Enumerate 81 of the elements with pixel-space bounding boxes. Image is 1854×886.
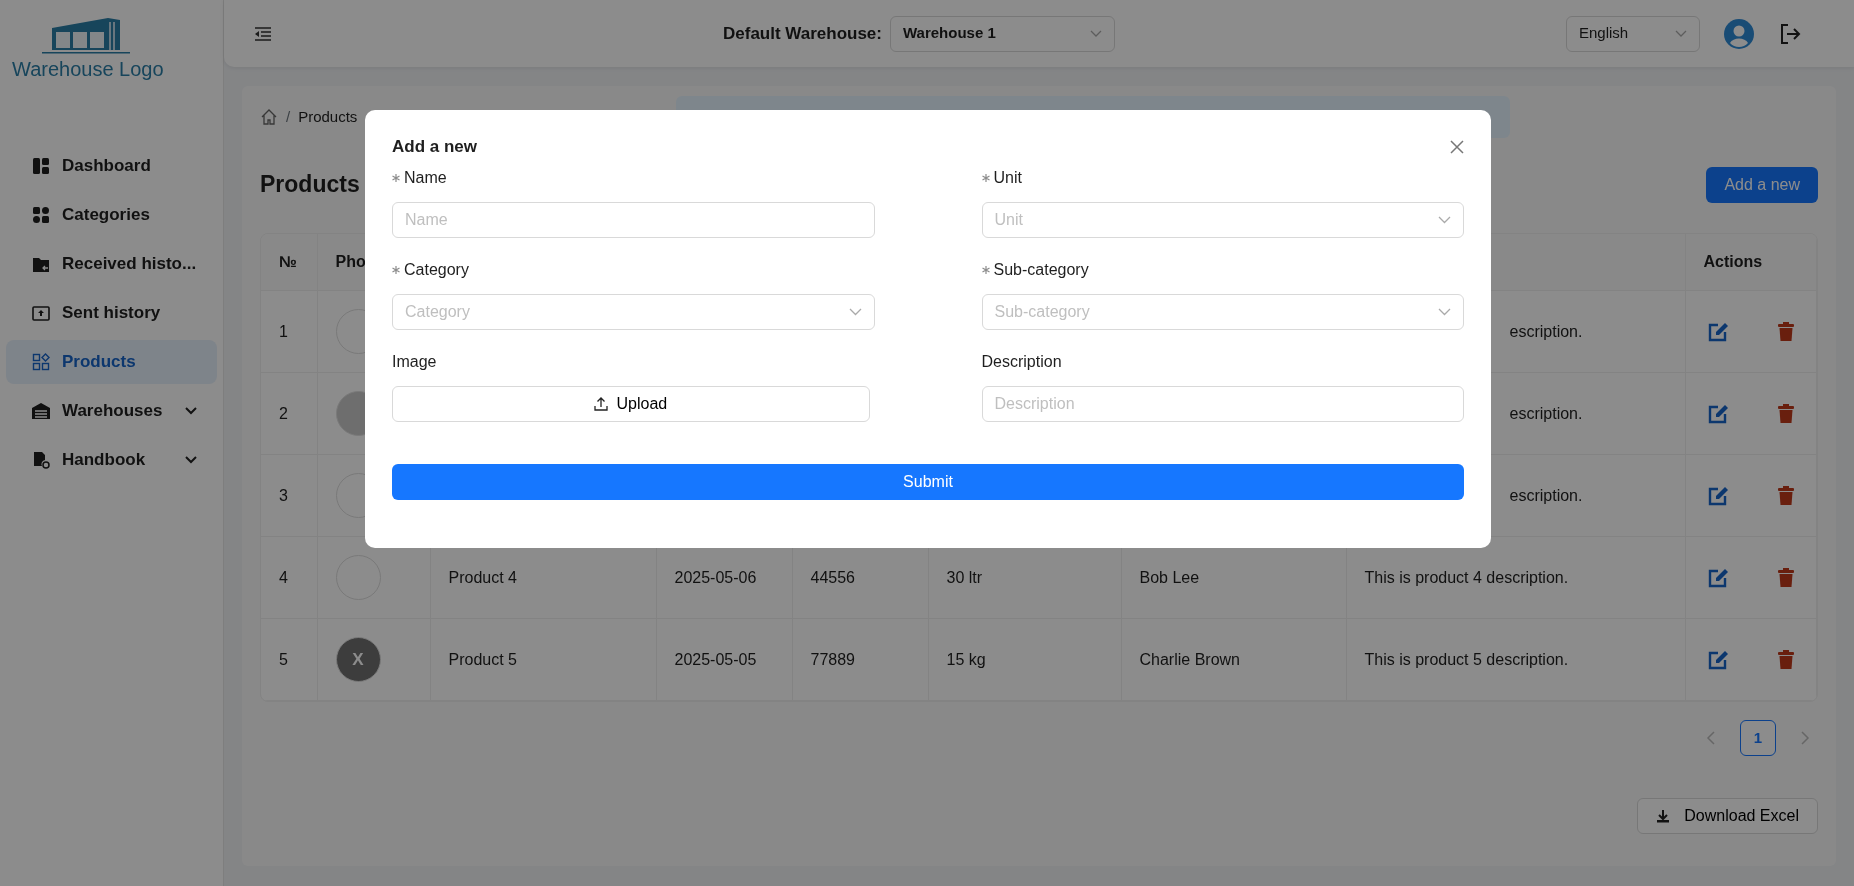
sidebar-item[interactable]: Categories — [6, 193, 217, 237]
trash-icon[interactable] — [1778, 567, 1794, 587]
add-button[interactable]: Add a new — [1706, 166, 1818, 203]
warehouse-icon — [32, 402, 50, 420]
sidebar-item[interactable]: Products — [6, 340, 217, 384]
sidebar-item[interactable]: Handbook — [6, 438, 217, 482]
input-field[interactable]: Description — [981, 385, 1464, 422]
field-label: Name — [404, 167, 447, 188]
table-cell: Product 4 — [448, 568, 517, 586]
table-cell: 2025-05-05 — [674, 650, 757, 668]
logout-icon[interactable] — [1778, 21, 1802, 46]
edit-icon[interactable] — [1707, 485, 1730, 506]
edit-icon[interactable] — [1707, 567, 1730, 588]
edit-icon[interactable] — [1707, 321, 1730, 342]
warehouse-label: Default Warehouse: — [723, 22, 882, 45]
chevron-down-icon — [1438, 215, 1451, 224]
dashboard-icon — [32, 157, 50, 175]
warehouse-select[interactable]: Warehouse 1 — [890, 15, 1115, 52]
table-cell: 15 kg — [946, 650, 986, 668]
submit-button[interactable]: Submit — [392, 463, 1464, 500]
upload-box-icon — [32, 304, 50, 322]
table-cell: escription. — [1509, 404, 1583, 422]
shapes-icon — [32, 353, 50, 371]
home-icon[interactable] — [260, 108, 278, 127]
input-field[interactable]: Name — [392, 201, 875, 238]
column-header: Actions — [1703, 252, 1763, 270]
field-label: Unit — [993, 167, 1022, 188]
chevron-down-icon — [1438, 307, 1451, 316]
sidebar-item[interactable]: Sent history — [6, 291, 217, 335]
avatar-letter: X — [335, 637, 381, 682]
trash-icon[interactable] — [1778, 485, 1794, 505]
chevron-down-icon — [848, 307, 862, 316]
table-cell: This is product 5 description. — [1364, 650, 1569, 668]
field-label: Sub-category — [993, 259, 1089, 280]
sidebar-item[interactable]: Dashboard — [6, 144, 217, 188]
column-header: Pho — [335, 252, 366, 270]
folder-icon — [32, 255, 50, 273]
field-label: Description — [981, 351, 1062, 372]
trash-icon[interactable] — [1778, 649, 1794, 669]
field-label: Category — [404, 259, 469, 280]
modal-title: Add a new — [392, 136, 477, 158]
document-gear-icon — [32, 451, 50, 469]
chevron-down-icon — [1675, 29, 1687, 38]
close-icon[interactable] — [1450, 139, 1464, 154]
download-button[interactable]: Download Excel — [1637, 798, 1818, 834]
language-select[interactable]: English — [1566, 15, 1700, 52]
field-label: Image — [392, 351, 437, 372]
page-button[interactable]: 1 — [1740, 720, 1776, 756]
sidebar-item[interactable]: Warehouses — [6, 389, 217, 433]
user-avatar-icon[interactable] — [1724, 18, 1754, 49]
trash-icon[interactable] — [1778, 403, 1794, 423]
table-cell: 30 ltr — [946, 568, 983, 586]
logo-text: Warehouse Logo — [12, 57, 165, 82]
sidebar-item[interactable]: Received histo... — [6, 242, 217, 286]
table-cell: 3 — [279, 486, 288, 504]
chevron-down-icon — [1090, 29, 1102, 38]
column-header: № — [279, 252, 297, 270]
table-cell: 2025-05-06 — [674, 568, 757, 586]
table-cell: This is product 4 description. — [1364, 568, 1569, 586]
menu-collapse-icon[interactable] — [254, 25, 272, 42]
upload-icon — [594, 396, 609, 411]
breadcrumb-item[interactable]: Products — [298, 106, 358, 129]
table-cell: 77889 — [810, 650, 855, 668]
edit-icon[interactable] — [1707, 649, 1730, 670]
breadcrumb-separator: / — [286, 107, 291, 127]
upload-button[interactable]: Upload — [392, 385, 870, 422]
table-cell: escription. — [1509, 322, 1583, 340]
table-cell: 2 — [279, 404, 288, 422]
edit-icon[interactable] — [1707, 403, 1730, 424]
table-cell: 1 — [279, 322, 288, 340]
page-title: Products — [260, 170, 360, 199]
grid-icon — [32, 206, 50, 224]
table-cell: 5 — [279, 650, 288, 668]
table-cell: escription. — [1509, 486, 1583, 504]
table-cell: 44556 — [810, 568, 855, 586]
table-cell: Bob Lee — [1139, 568, 1200, 586]
table-cell: Product 5 — [448, 650, 517, 668]
trash-icon[interactable] — [1778, 321, 1794, 341]
download-icon — [1656, 809, 1671, 823]
table-cell: Charlie Brown — [1139, 650, 1240, 668]
table-cell: 4 — [279, 568, 288, 586]
